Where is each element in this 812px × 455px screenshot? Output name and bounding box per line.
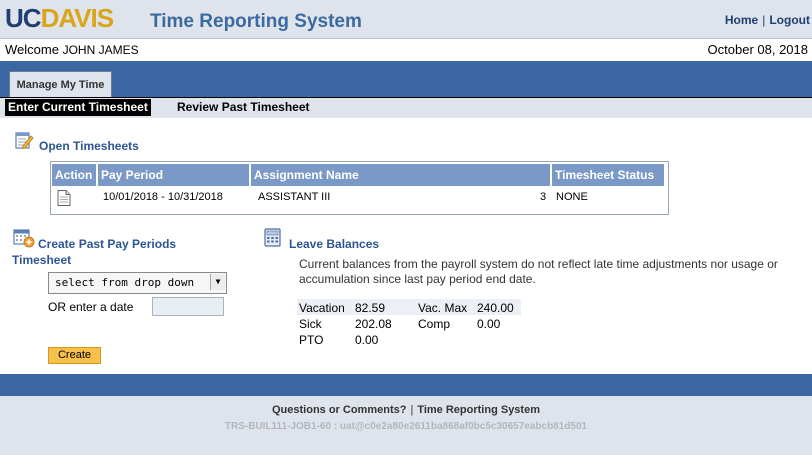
create-past-pay-periods-title-line2: Timesheet bbox=[12, 253, 72, 267]
balance-label-vac-max: Vac. Max bbox=[418, 301, 468, 315]
assignment-number-cell: 3 bbox=[540, 191, 547, 203]
balance-label-sick: Sick bbox=[299, 317, 322, 331]
footer-band bbox=[0, 374, 812, 396]
subnav-enter-current-timesheet[interactable]: Enter Current Timesheet bbox=[5, 99, 151, 116]
leave-balances-title: Leave Balances bbox=[289, 237, 380, 251]
column-header-assignment-name: Assignment Name bbox=[254, 168, 359, 182]
document-icon[interactable] bbox=[57, 190, 71, 206]
date-input[interactable] bbox=[152, 297, 224, 316]
logout-link[interactable]: Logout bbox=[769, 13, 810, 27]
assignment-name-cell: ASSISTANT III bbox=[258, 191, 331, 203]
welcome-message: Welcome JOHN JAMES bbox=[5, 42, 139, 57]
leave-balances-note: Current balances from the payroll system… bbox=[299, 257, 778, 286]
home-link[interactable]: Home bbox=[725, 13, 758, 27]
time-reporting-system-link[interactable]: Time Reporting System bbox=[417, 404, 540, 416]
footer-link-separator: | bbox=[410, 404, 414, 416]
or-enter-date-label: OR enter a date bbox=[48, 300, 134, 314]
current-date: October 08, 2018 bbox=[707, 42, 808, 57]
questions-comments-link[interactable]: Questions or Comments? bbox=[272, 404, 406, 416]
calculator-icon bbox=[264, 228, 281, 247]
balance-label-pto: PTO bbox=[299, 333, 324, 347]
logo-davis-text: DAVIS bbox=[40, 3, 115, 33]
chevron-down-icon[interactable]: ▼ bbox=[210, 274, 225, 290]
timesheet-status-cell: NONE bbox=[556, 191, 588, 203]
footer-links: Questions or Comments? | Time Reporting Sy… bbox=[0, 404, 812, 416]
logo-uc-text: UC bbox=[5, 3, 42, 33]
balance-label-vacation: Vacation bbox=[299, 301, 345, 315]
column-divider bbox=[96, 164, 98, 186]
create-button[interactable]: Create bbox=[48, 347, 101, 364]
balance-value-sick: 202.08 bbox=[355, 317, 392, 331]
balance-label-comp: Comp bbox=[418, 317, 451, 331]
open-timesheets-title: Open Timesheets bbox=[39, 139, 139, 153]
balance-value-pto: 0.00 bbox=[355, 333, 379, 347]
notepad-pencil-icon bbox=[15, 132, 34, 150]
tab-band bbox=[0, 61, 812, 97]
column-header-timesheet-status: Timesheet Status bbox=[555, 168, 655, 182]
column-divider bbox=[249, 164, 251, 186]
app-title: Time Reporting System bbox=[150, 11, 362, 32]
tab-manage-my-time[interactable]: Manage My Time bbox=[9, 71, 112, 97]
column-header-pay-period: Pay Period bbox=[101, 168, 164, 182]
pay-period-select-value: select from drop down bbox=[55, 276, 195, 289]
app-header bbox=[0, 0, 812, 39]
build-info: TRS-BUIL111-JOB1-60 : uat@c0e2a80e2611ba… bbox=[224, 421, 588, 432]
welcome-label: Welcome bbox=[5, 42, 59, 57]
top-nav-links: Home | Logout bbox=[725, 13, 810, 27]
balance-value-comp: 0.00 bbox=[477, 317, 501, 331]
column-divider bbox=[550, 164, 552, 186]
pay-period-select[interactable]: select from drop down ▼ bbox=[48, 272, 227, 294]
create-past-pay-periods-title: Create Past Pay Periods bbox=[38, 237, 177, 251]
balance-value-vac-max: 240.00 bbox=[477, 301, 514, 315]
subnav-review-past-timesheet[interactable]: Review Past Timesheet bbox=[177, 99, 310, 116]
calendar-add-icon bbox=[13, 229, 35, 248]
top-link-separator: | bbox=[762, 13, 766, 27]
column-header-action: Action bbox=[55, 168, 93, 182]
pay-period-cell: 10/01/2018 - 10/31/2018 bbox=[103, 191, 223, 203]
balance-value-vacation: 82.59 bbox=[355, 301, 386, 315]
ucdavis-logo: UCDAVIS bbox=[5, 3, 115, 34]
user-name: JOHN JAMES bbox=[62, 43, 139, 57]
